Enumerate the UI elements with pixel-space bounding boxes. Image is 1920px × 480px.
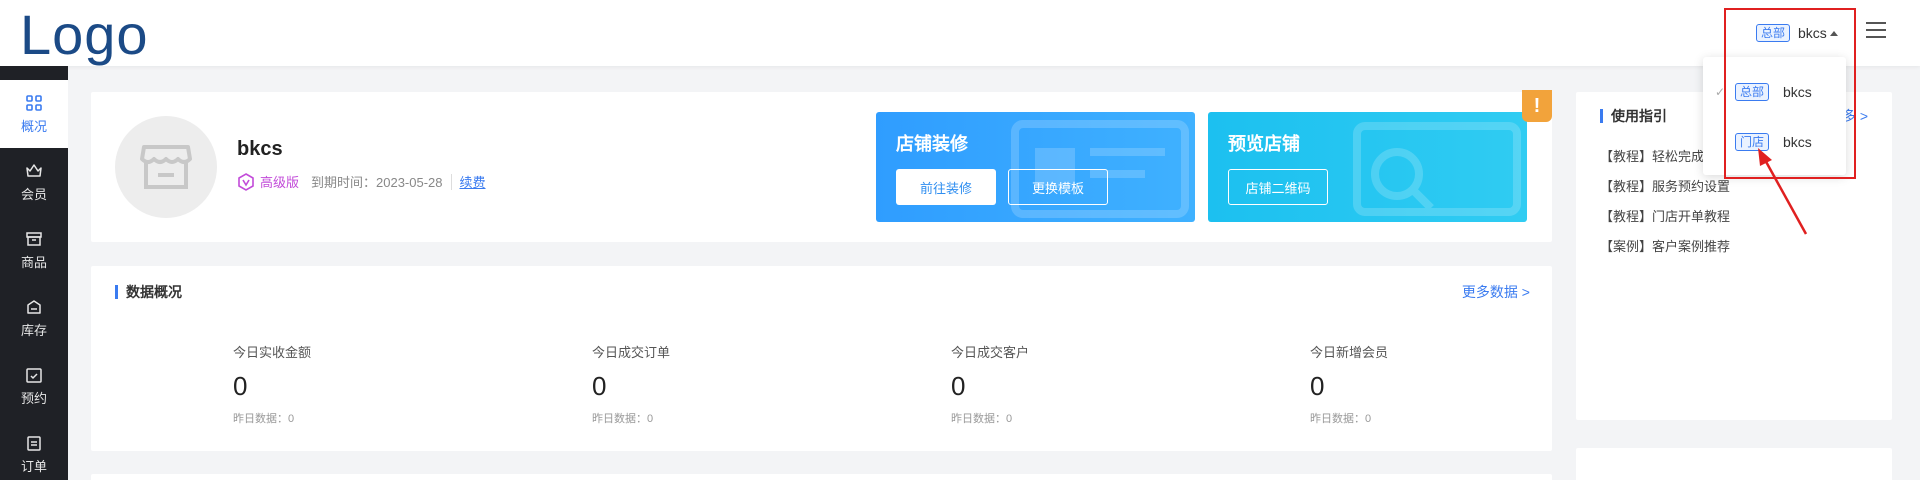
preview-illustration [1353,122,1521,216]
shop-name: bkcs [237,138,283,160]
grid-icon [26,94,42,111]
sidebar-item-overview[interactable]: 概况 [0,80,68,148]
hamburger-menu-icon[interactable] [1866,22,1886,40]
stat-yesterday: 昨日数据：0 [233,413,295,425]
divider [450,173,452,190]
sidebar-item-label: 库存 [20,322,47,338]
shop-profile-card: bkcs 高级版 到期时间：2023-05-28 续费 店铺装修 前往装修 更换… [91,92,1552,242]
stat-customers: 今日成交客户 0 昨日数据：0 [951,342,1251,426]
stat-yesterday: 昨日数据：0 [1310,413,1372,425]
logo[interactable]: Logo [20,2,149,67]
sidebar-item-members[interactable]: 会员 [0,148,68,216]
calendar-check-icon [26,367,42,383]
stat-label: 今日成交订单 [592,345,671,360]
renew-link[interactable]: 续费 [460,172,486,191]
annotation-arrow-icon [1758,148,1808,235]
top-header: Logo 总部 bkcs [0,0,1920,66]
expire-date: 到期时间：2023-05-28 [311,175,443,190]
sidebar-item-inventory[interactable]: 库存 [0,284,68,352]
sidebar-item-label: 预约 [20,390,47,406]
decoration-title: 店铺装修 [896,134,968,154]
data-overview-title: 数据概况 [126,284,182,300]
sidebar-item-label: 会员 [20,186,47,202]
stat-label: 今日成交客户 [951,345,1030,360]
stat-orders: 今日成交订单 0 昨日数据：0 [592,342,892,426]
inventory-icon [27,299,41,314]
clipboard-icon [27,435,41,451]
guide-title: 使用指引 [1600,106,1667,126]
more-data-link[interactable]: 更多数据 > [1462,282,1530,302]
lower-right-card [1576,448,1892,480]
sidebar: 概况 会员 商品 库存 预约 订单 [0,66,68,480]
stat-value: 0 [951,371,966,401]
sidebar-item-label: 概况 [20,118,47,134]
guide-item[interactable]: 【教程】门店开单教程 [1600,202,1730,232]
lower-card [91,474,1552,480]
guide-title-text: 使用指引 [1611,108,1667,124]
store-preview-panel: 预览店铺 店铺二维码 [1208,112,1527,222]
sidebar-item-orders[interactable]: 订单 [0,420,68,480]
stat-value: 0 [1310,371,1325,401]
stat-yesterday: 昨日数据：0 [592,413,654,425]
stat-revenue: 今日实收金额 0 昨日数据：0 [233,342,533,426]
stat-new-members: 今日新增会员 0 昨日数据：0 [1310,342,1610,426]
decoration-illustration [1011,120,1189,218]
stat-value: 0 [233,371,248,401]
store-decoration-panel: 店铺装修 前往装修 更换模板 [876,112,1195,222]
sidebar-item-label: 订单 [20,458,47,474]
stat-yesterday: 昨日数据：0 [951,413,1013,425]
go-decorate-button[interactable]: 前往装修 [896,169,996,205]
guide-item[interactable]: 【教程】服务预约设置 [1600,172,1730,202]
stat-label: 今日实收金额 [233,345,312,360]
guide-item[interactable]: 【案例】客户案例推荐 [1600,232,1730,262]
shop-meta: 高级版 到期时间：2023-05-28 续费 [237,172,486,191]
box-icon [26,231,42,246]
data-overview-card: 数据概况 更多数据 > 今日实收金额 0 昨日数据：0 今日成交订单 0 昨日数… [91,266,1552,451]
sidebar-item-label: 商品 [20,254,47,270]
vip-level-icon [238,172,254,191]
level-label: 高级版 [260,175,300,190]
store-icon [140,145,192,189]
preview-title: 预览店铺 [1228,134,1300,154]
shop-avatar [115,116,217,218]
warning-icon[interactable]: ! [1522,90,1552,122]
section-title: 数据概况 [115,282,182,302]
store-qrcode-button[interactable]: 店铺二维码 [1228,169,1328,205]
change-template-button[interactable]: 更换模板 [1008,169,1108,205]
sidebar-item-products[interactable]: 商品 [0,216,68,284]
stat-label: 今日新增会员 [1310,345,1389,360]
stat-value: 0 [592,371,607,401]
crown-icon [26,163,42,177]
sidebar-item-booking[interactable]: 预约 [0,352,68,420]
